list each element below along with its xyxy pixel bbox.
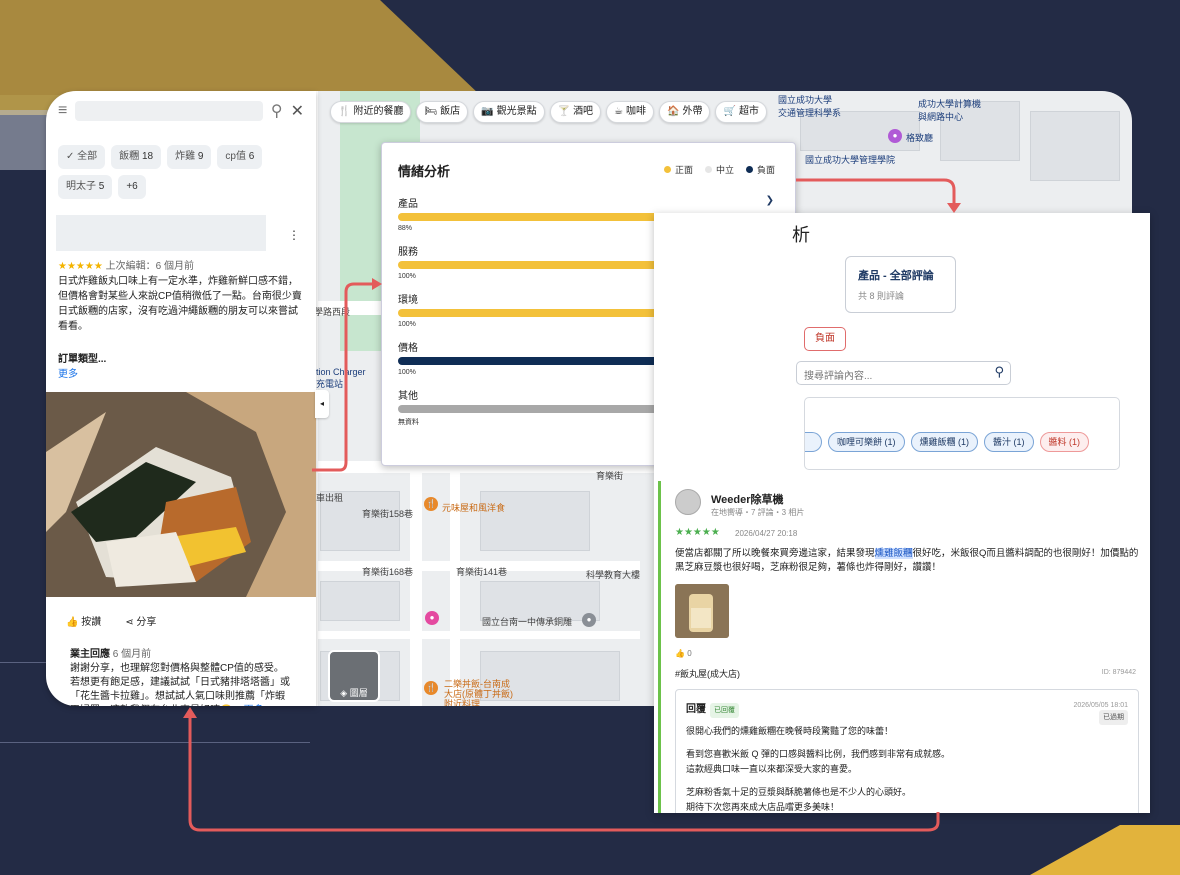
arrow-connector [796, 178, 956, 205]
arrow-head-icon [947, 203, 961, 213]
arrow-connector [312, 282, 372, 472]
arrow-head-icon [183, 707, 197, 718]
arrow-connector [188, 716, 940, 832]
connector-arrows [183, 178, 961, 832]
arrow-head-icon [372, 278, 382, 290]
